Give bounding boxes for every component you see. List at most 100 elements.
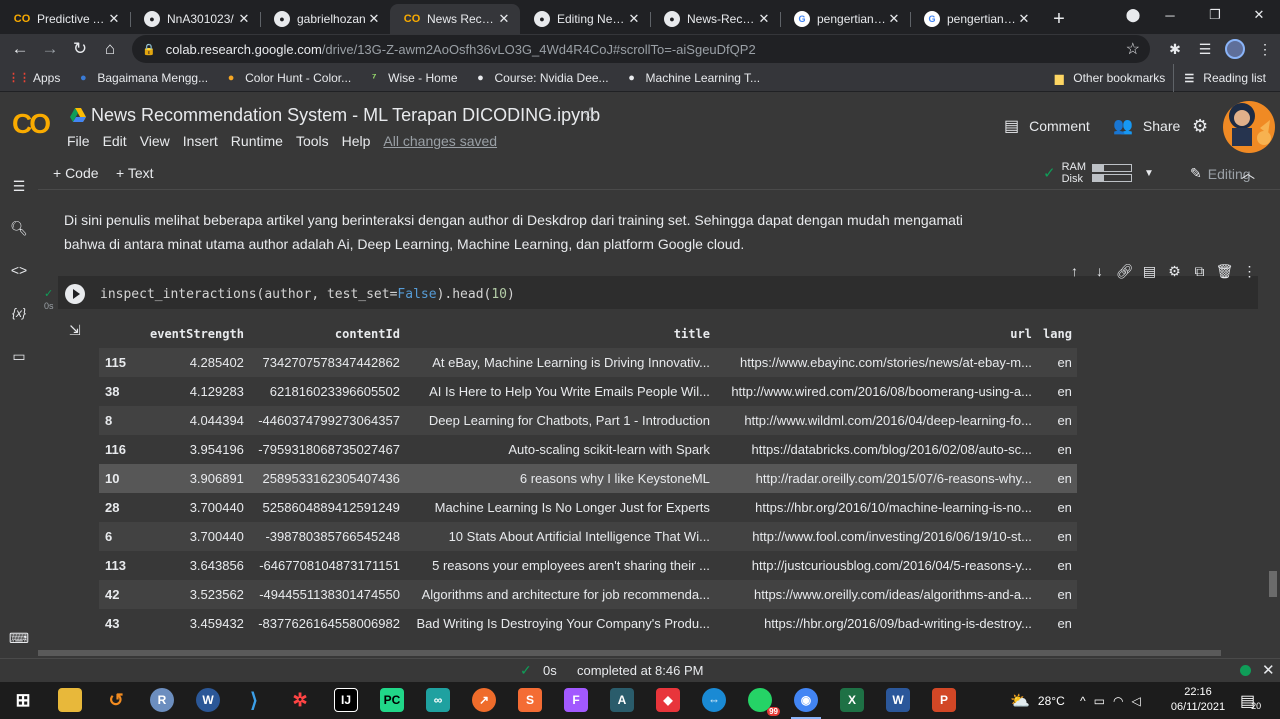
add-code-button[interactable]: + Code (53, 165, 99, 181)
completed-status[interactable]: completed at 8:46 PM (577, 663, 703, 678)
menu-tools[interactable]: Tools (296, 133, 329, 149)
tab-close-icon[interactable]: ✕ (626, 11, 642, 27)
browser-tab[interactable]: ● gabrielhozan ✕ (260, 4, 390, 34)
postman-icon[interactable]: ↗ (472, 688, 496, 712)
comment-button[interactable]: ▤ Comment (1004, 116, 1090, 136)
move-down-icon[interactable]: ↓ (1087, 263, 1112, 280)
cell-settings-icon[interactable]: ⚙ (1162, 263, 1187, 280)
bookmark-item[interactable]: ⋮⋮ Apps (4, 64, 68, 92)
clock[interactable]: 22:16 06/11/2021 (1168, 685, 1228, 715)
minimize-icon[interactable]: ─ (1147, 0, 1193, 30)
restore-icon[interactable]: ❐ (1192, 0, 1238, 30)
weather-widget[interactable]: ⛅ 28°C (1010, 682, 1065, 719)
ram-disk-indicator[interactable]: ✓ RAM Disk ▼ (1043, 161, 1154, 185)
chevron-down-icon[interactable]: ▼ (1144, 168, 1154, 179)
tab-close-icon[interactable]: ✕ (496, 11, 512, 27)
delete-cell-icon[interactable]: 🗑︎ (1212, 263, 1237, 280)
excel-icon[interactable]: X (840, 688, 864, 712)
mirror-cell-icon[interactable]: ⧉ (1187, 263, 1212, 280)
intellij-icon[interactable]: IJ (334, 688, 358, 712)
output-actions-icon[interactable]: ⇲ (69, 322, 81, 339)
close-window-icon[interactable]: ✕ (1236, 0, 1280, 30)
browser-tab[interactable]: ● Editing News ✕ (520, 4, 650, 34)
comment-cell-icon[interactable]: ▤ (1137, 263, 1162, 280)
code-editor[interactable]: inspect_interactions(author, test_set=Fa… (100, 287, 515, 302)
forward-icon[interactable]: → (35, 34, 65, 64)
bookmark-item[interactable]: ● Course: Nvidia Dee... (466, 64, 617, 92)
tab-close-icon[interactable]: ✕ (106, 11, 122, 27)
battery-icon[interactable]: ▭ (1094, 694, 1113, 708)
home-icon[interactable]: ⌂ (95, 34, 125, 64)
dev-cpp-icon[interactable]: ↺ (104, 688, 128, 712)
tab-close-icon[interactable]: ✕ (886, 11, 902, 27)
browser-tab[interactable]: Gpengertian ta ✕ (910, 4, 1040, 34)
tab-close-icon[interactable]: ✕ (366, 11, 382, 27)
profile-avatar[interactable] (1220, 34, 1250, 64)
command-palette-icon[interactable]: ⌨ (9, 628, 29, 648)
bookmark-item[interactable]: ⁷ Wise - Home (359, 64, 465, 92)
code-cell[interactable]: inspect_interactions(author, test_set=Fa… (58, 276, 1258, 309)
back-icon[interactable]: ← (5, 34, 35, 64)
variables-icon[interactable]: {x} (9, 303, 29, 323)
chrome-menu-icon[interactable]: ⋮ (1250, 34, 1280, 64)
reload-icon[interactable]: ↻ (65, 34, 95, 64)
sublime-icon[interactable]: S (518, 688, 542, 712)
bookmark-item[interactable]: ● Bagaimana Mengg... (68, 64, 216, 92)
menu-help[interactable]: Help (342, 133, 371, 149)
menu-insert[interactable]: Insert (183, 133, 218, 149)
arduino-icon[interactable]: ∞ (426, 688, 450, 712)
collapse-chevron-icon[interactable]: ︿ (1241, 163, 1255, 183)
bookmark-item[interactable]: ● Color Hunt - Color... (216, 64, 359, 92)
notifications-button[interactable]: ▤ 20 (1240, 682, 1261, 719)
wordpress-icon[interactable]: W (196, 688, 220, 712)
vertical-scrollbar[interactable] (1269, 571, 1277, 597)
anydesk-icon[interactable]: ◆ (656, 688, 680, 712)
user-avatar[interactable] (1220, 98, 1278, 156)
save-status[interactable]: All changes saved (383, 133, 497, 149)
system-tray[interactable]: ^ ▭ ◠ ◁ (1080, 682, 1149, 719)
colab-logo[interactable]: CO (12, 108, 51, 140)
close-status-icon[interactable]: ✕ (1262, 661, 1275, 679)
address-bar[interactable]: 🔒 colab.research.google.com/drive/13G-Z-… (132, 35, 1150, 63)
tab-close-icon[interactable]: ✕ (756, 11, 772, 27)
whatsapp-icon[interactable]: 99 (748, 688, 780, 716)
more-options-icon[interactable]: ⋮ (1237, 263, 1262, 280)
browser-tab[interactable]: ● News-Recom ✕ (650, 4, 780, 34)
menu-edit[interactable]: Edit (103, 133, 127, 149)
reading-list[interactable]: ☰ Reading list (1173, 64, 1274, 92)
bookmark-item[interactable]: ● Machine Learning T... (617, 64, 769, 92)
r-app-icon[interactable]: R (150, 688, 174, 712)
star-icon[interactable]: ☆ (582, 104, 598, 125)
table-of-contents-icon[interactable]: ☰ (9, 176, 29, 196)
wifi-icon[interactable]: ◠ (1113, 694, 1131, 708)
figma-icon[interactable]: F (564, 688, 588, 712)
chrome-icon[interactable]: ◉ (791, 688, 821, 719)
settings-app-icon[interactable]: ✲ (288, 688, 312, 712)
search-icon[interactable]: 🔍︎ (9, 218, 29, 238)
anaconda-icon[interactable]: A (610, 688, 634, 712)
teamviewer-icon[interactable]: ⇔ (702, 688, 726, 712)
tab-close-icon[interactable]: ✕ (236, 11, 252, 27)
windows-start-icon[interactable]: ⊞ (11, 688, 35, 712)
vscode-icon[interactable]: ⟩ (242, 688, 266, 712)
volume-icon[interactable]: ◁ (1131, 694, 1148, 708)
run-cell-button[interactable] (65, 284, 85, 304)
pycharm-icon[interactable]: PC (380, 688, 404, 712)
text-cell[interactable]: Di sini penulis melihat beberapa artikel… (64, 208, 964, 256)
tab-close-icon[interactable]: ✕ (1016, 11, 1032, 27)
menu-file[interactable]: File (67, 133, 90, 149)
tray-expand-icon[interactable]: ^ (1080, 694, 1094, 708)
menu-view[interactable]: View (140, 133, 170, 149)
browser-tab[interactable]: CO News Recom ✕ (390, 4, 520, 34)
browser-tab[interactable]: CO Predictive An ✕ (0, 4, 130, 34)
powerpoint-icon[interactable]: P (932, 688, 956, 712)
horizontal-scrollbar[interactable] (38, 648, 1280, 658)
add-text-button[interactable]: + Text (116, 165, 154, 181)
browser-tab[interactable]: Gpengertian st ✕ (780, 4, 910, 34)
word-icon[interactable]: W (886, 688, 910, 712)
file-explorer-icon[interactable] (58, 688, 82, 712)
files-folder-icon[interactable]: ▭ (9, 346, 29, 366)
code-snippets-icon[interactable]: <> (9, 260, 29, 280)
notebook-title[interactable]: News Recommendation System - ML Terapan … (91, 105, 600, 126)
move-up-icon[interactable]: ↑ (1062, 263, 1087, 280)
